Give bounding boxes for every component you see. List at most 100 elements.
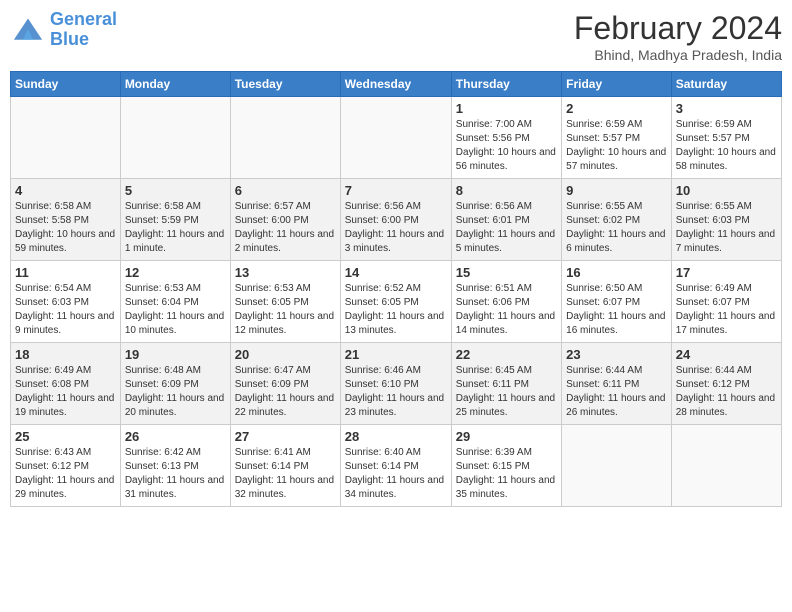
calendar-day-cell: 28Sunrise: 6:40 AM Sunset: 6:14 PM Dayli… <box>340 425 451 507</box>
day-info: Sunrise: 6:50 AM Sunset: 6:07 PM Dayligh… <box>566 282 667 338</box>
day-info: Sunrise: 6:40 AM Sunset: 6:14 PM Dayligh… <box>345 446 447 502</box>
calendar-day-cell: 4 Sunrise: 6:58 AM Sunset: 5:58 PM Daylig… <box>11 179 121 261</box>
calendar-day-cell: 15Sunrise: 6:51 AM Sunset: 6:06 PM Dayli… <box>451 261 561 343</box>
calendar-day-cell: 27 Sunrise: 6:41 AM Sunset: 6:14 PM Dayli… <box>230 425 340 507</box>
calendar-title: February 2024 <box>574 10 782 47</box>
day-info: Sunrise: 6:47 AM Sunset: 6:09 PM Dayligh… <box>235 364 336 420</box>
calendar-day-cell <box>11 97 121 179</box>
day-info: Sunrise: 6:49 AM Sunset: 6:08 PM Dayligh… <box>15 364 116 420</box>
day-number: 20 <box>235 347 336 362</box>
calendar-day-cell: 11 Sunrise: 6:54 AM Sunset: 6:03 PM Dayli… <box>11 261 121 343</box>
day-number: 5 <box>125 183 226 198</box>
logo-line1: General <box>50 9 117 29</box>
day-number: 26 <box>125 429 226 444</box>
day-info: Sunrise: 7:00 AM Sunset: 5:56 PM Dayligh… <box>456 118 557 174</box>
day-info: Sunrise: 6:59 AM Sunset: 5:57 PM Dayligh… <box>676 118 777 174</box>
calendar-day-cell: 18 Sunrise: 6:49 AM Sunset: 6:08 PM Dayli… <box>11 343 121 425</box>
calendar-day-cell: 8 Sunrise: 6:56 AM Sunset: 6:01 PM Daylig… <box>451 179 561 261</box>
col-tuesday: Tuesday <box>230 72 340 97</box>
calendar-day-cell: 25 Sunrise: 6:43 AM Sunset: 6:12 PM Dayli… <box>11 425 121 507</box>
day-info: Sunrise: 6:57 AM Sunset: 6:00 PM Dayligh… <box>235 200 336 256</box>
calendar-day-cell: 29Sunrise: 6:39 AM Sunset: 6:15 PM Dayli… <box>451 425 561 507</box>
calendar-day-cell: 22Sunrise: 6:45 AM Sunset: 6:11 PM Dayli… <box>451 343 561 425</box>
day-number: 10 <box>676 183 777 198</box>
day-info: Sunrise: 6:44 AM Sunset: 6:11 PM Dayligh… <box>566 364 667 420</box>
day-info: Sunrise: 6:59 AM Sunset: 5:57 PM Dayligh… <box>566 118 667 174</box>
day-info: Sunrise: 6:55 AM Sunset: 6:03 PM Dayligh… <box>676 200 777 256</box>
day-number: 27 <box>235 429 336 444</box>
day-number: 12 <box>125 265 226 280</box>
calendar-day-cell: 7 Sunrise: 6:56 AM Sunset: 6:00 PM Daylig… <box>340 179 451 261</box>
day-info: Sunrise: 6:54 AM Sunset: 6:03 PM Dayligh… <box>15 282 116 338</box>
logo-text: General Blue <box>50 10 117 50</box>
day-number: 15 <box>456 265 557 280</box>
calendar-day-cell: 21 Sunrise: 6:46 AM Sunset: 6:10 PM Dayli… <box>340 343 451 425</box>
logo-icon <box>10 15 46 45</box>
calendar-day-cell: 24Sunrise: 6:44 AM Sunset: 6:12 PM Dayli… <box>671 343 781 425</box>
calendar-subtitle: Bhind, Madhya Pradesh, India <box>574 47 782 63</box>
day-number: 14 <box>345 265 447 280</box>
calendar-day-cell: 2Sunrise: 6:59 AM Sunset: 5:57 PM Daylig… <box>562 97 672 179</box>
day-info: Sunrise: 6:53 AM Sunset: 6:05 PM Dayligh… <box>235 282 336 338</box>
col-friday: Friday <box>562 72 672 97</box>
day-number: 24 <box>676 347 777 362</box>
day-number: 9 <box>566 183 667 198</box>
calendar-day-cell: 1Sunrise: 7:00 AM Sunset: 5:56 PM Daylig… <box>451 97 561 179</box>
calendar-day-cell: 10 Sunrise: 6:55 AM Sunset: 6:03 PM Dayli… <box>671 179 781 261</box>
calendar-day-cell: 14 Sunrise: 6:52 AM Sunset: 6:05 PM Dayli… <box>340 261 451 343</box>
day-number: 23 <box>566 347 667 362</box>
day-info: Sunrise: 6:55 AM Sunset: 6:02 PM Dayligh… <box>566 200 667 256</box>
col-saturday: Saturday <box>671 72 781 97</box>
calendar-table: Sunday Monday Tuesday Wednesday Thursday… <box>10 71 782 507</box>
calendar-day-cell: 19Sunrise: 6:48 AM Sunset: 6:09 PM Dayli… <box>120 343 230 425</box>
logo-line2: Blue <box>50 29 89 49</box>
calendar-week-row: 4 Sunrise: 6:58 AM Sunset: 5:58 PM Daylig… <box>11 179 782 261</box>
calendar-week-row: 11 Sunrise: 6:54 AM Sunset: 6:03 PM Dayli… <box>11 261 782 343</box>
calendar-day-cell: 26 Sunrise: 6:42 AM Sunset: 6:13 PM Dayli… <box>120 425 230 507</box>
day-number: 21 <box>345 347 447 362</box>
calendar-header-row: Sunday Monday Tuesday Wednesday Thursday… <box>11 72 782 97</box>
calendar-day-cell: 16 Sunrise: 6:50 AM Sunset: 6:07 PM Dayli… <box>562 261 672 343</box>
day-number: 25 <box>15 429 116 444</box>
day-info: Sunrise: 6:58 AM Sunset: 5:59 PM Dayligh… <box>125 200 226 256</box>
day-info: Sunrise: 6:46 AM Sunset: 6:10 PM Dayligh… <box>345 364 447 420</box>
header: General Blue February 2024 Bhind, Madhya… <box>10 10 782 63</box>
day-number: 6 <box>235 183 336 198</box>
day-info: Sunrise: 6:43 AM Sunset: 6:12 PM Dayligh… <box>15 446 116 502</box>
calendar-week-row: 25 Sunrise: 6:43 AM Sunset: 6:12 PM Dayli… <box>11 425 782 507</box>
calendar-day-cell: 20 Sunrise: 6:47 AM Sunset: 6:09 PM Dayli… <box>230 343 340 425</box>
day-info: Sunrise: 6:52 AM Sunset: 6:05 PM Dayligh… <box>345 282 447 338</box>
col-monday: Monday <box>120 72 230 97</box>
calendar-day-cell: 5 Sunrise: 6:58 AM Sunset: 5:59 PM Daylig… <box>120 179 230 261</box>
day-number: 16 <box>566 265 667 280</box>
day-info: Sunrise: 6:56 AM Sunset: 6:00 PM Dayligh… <box>345 200 447 256</box>
day-number: 22 <box>456 347 557 362</box>
day-number: 8 <box>456 183 557 198</box>
day-info: Sunrise: 6:49 AM Sunset: 6:07 PM Dayligh… <box>676 282 777 338</box>
day-number: 17 <box>676 265 777 280</box>
title-area: February 2024 Bhind, Madhya Pradesh, Ind… <box>574 10 782 63</box>
day-number: 18 <box>15 347 116 362</box>
col-thursday: Thursday <box>451 72 561 97</box>
calendar-day-cell: 17 Sunrise: 6:49 AM Sunset: 6:07 PM Dayli… <box>671 261 781 343</box>
calendar-day-cell: 12Sunrise: 6:53 AM Sunset: 6:04 PM Dayli… <box>120 261 230 343</box>
logo: General Blue <box>10 10 117 50</box>
calendar-day-cell: 9 Sunrise: 6:55 AM Sunset: 6:02 PM Daylig… <box>562 179 672 261</box>
day-info: Sunrise: 6:56 AM Sunset: 6:01 PM Dayligh… <box>456 200 557 256</box>
calendar-day-cell: 13Sunrise: 6:53 AM Sunset: 6:05 PM Dayli… <box>230 261 340 343</box>
calendar-week-row: 1Sunrise: 7:00 AM Sunset: 5:56 PM Daylig… <box>11 97 782 179</box>
day-info: Sunrise: 6:41 AM Sunset: 6:14 PM Dayligh… <box>235 446 336 502</box>
calendar-week-row: 18 Sunrise: 6:49 AM Sunset: 6:08 PM Dayli… <box>11 343 782 425</box>
day-number: 4 <box>15 183 116 198</box>
day-number: 29 <box>456 429 557 444</box>
day-info: Sunrise: 6:58 AM Sunset: 5:58 PM Dayligh… <box>15 200 116 256</box>
col-sunday: Sunday <box>11 72 121 97</box>
day-number: 11 <box>15 265 116 280</box>
day-info: Sunrise: 6:42 AM Sunset: 6:13 PM Dayligh… <box>125 446 226 502</box>
calendar-day-cell <box>562 425 672 507</box>
calendar-day-cell <box>671 425 781 507</box>
calendar-day-cell <box>230 97 340 179</box>
calendar-day-cell <box>340 97 451 179</box>
day-number: 7 <box>345 183 447 198</box>
calendar-day-cell: 6 Sunrise: 6:57 AM Sunset: 6:00 PM Daylig… <box>230 179 340 261</box>
